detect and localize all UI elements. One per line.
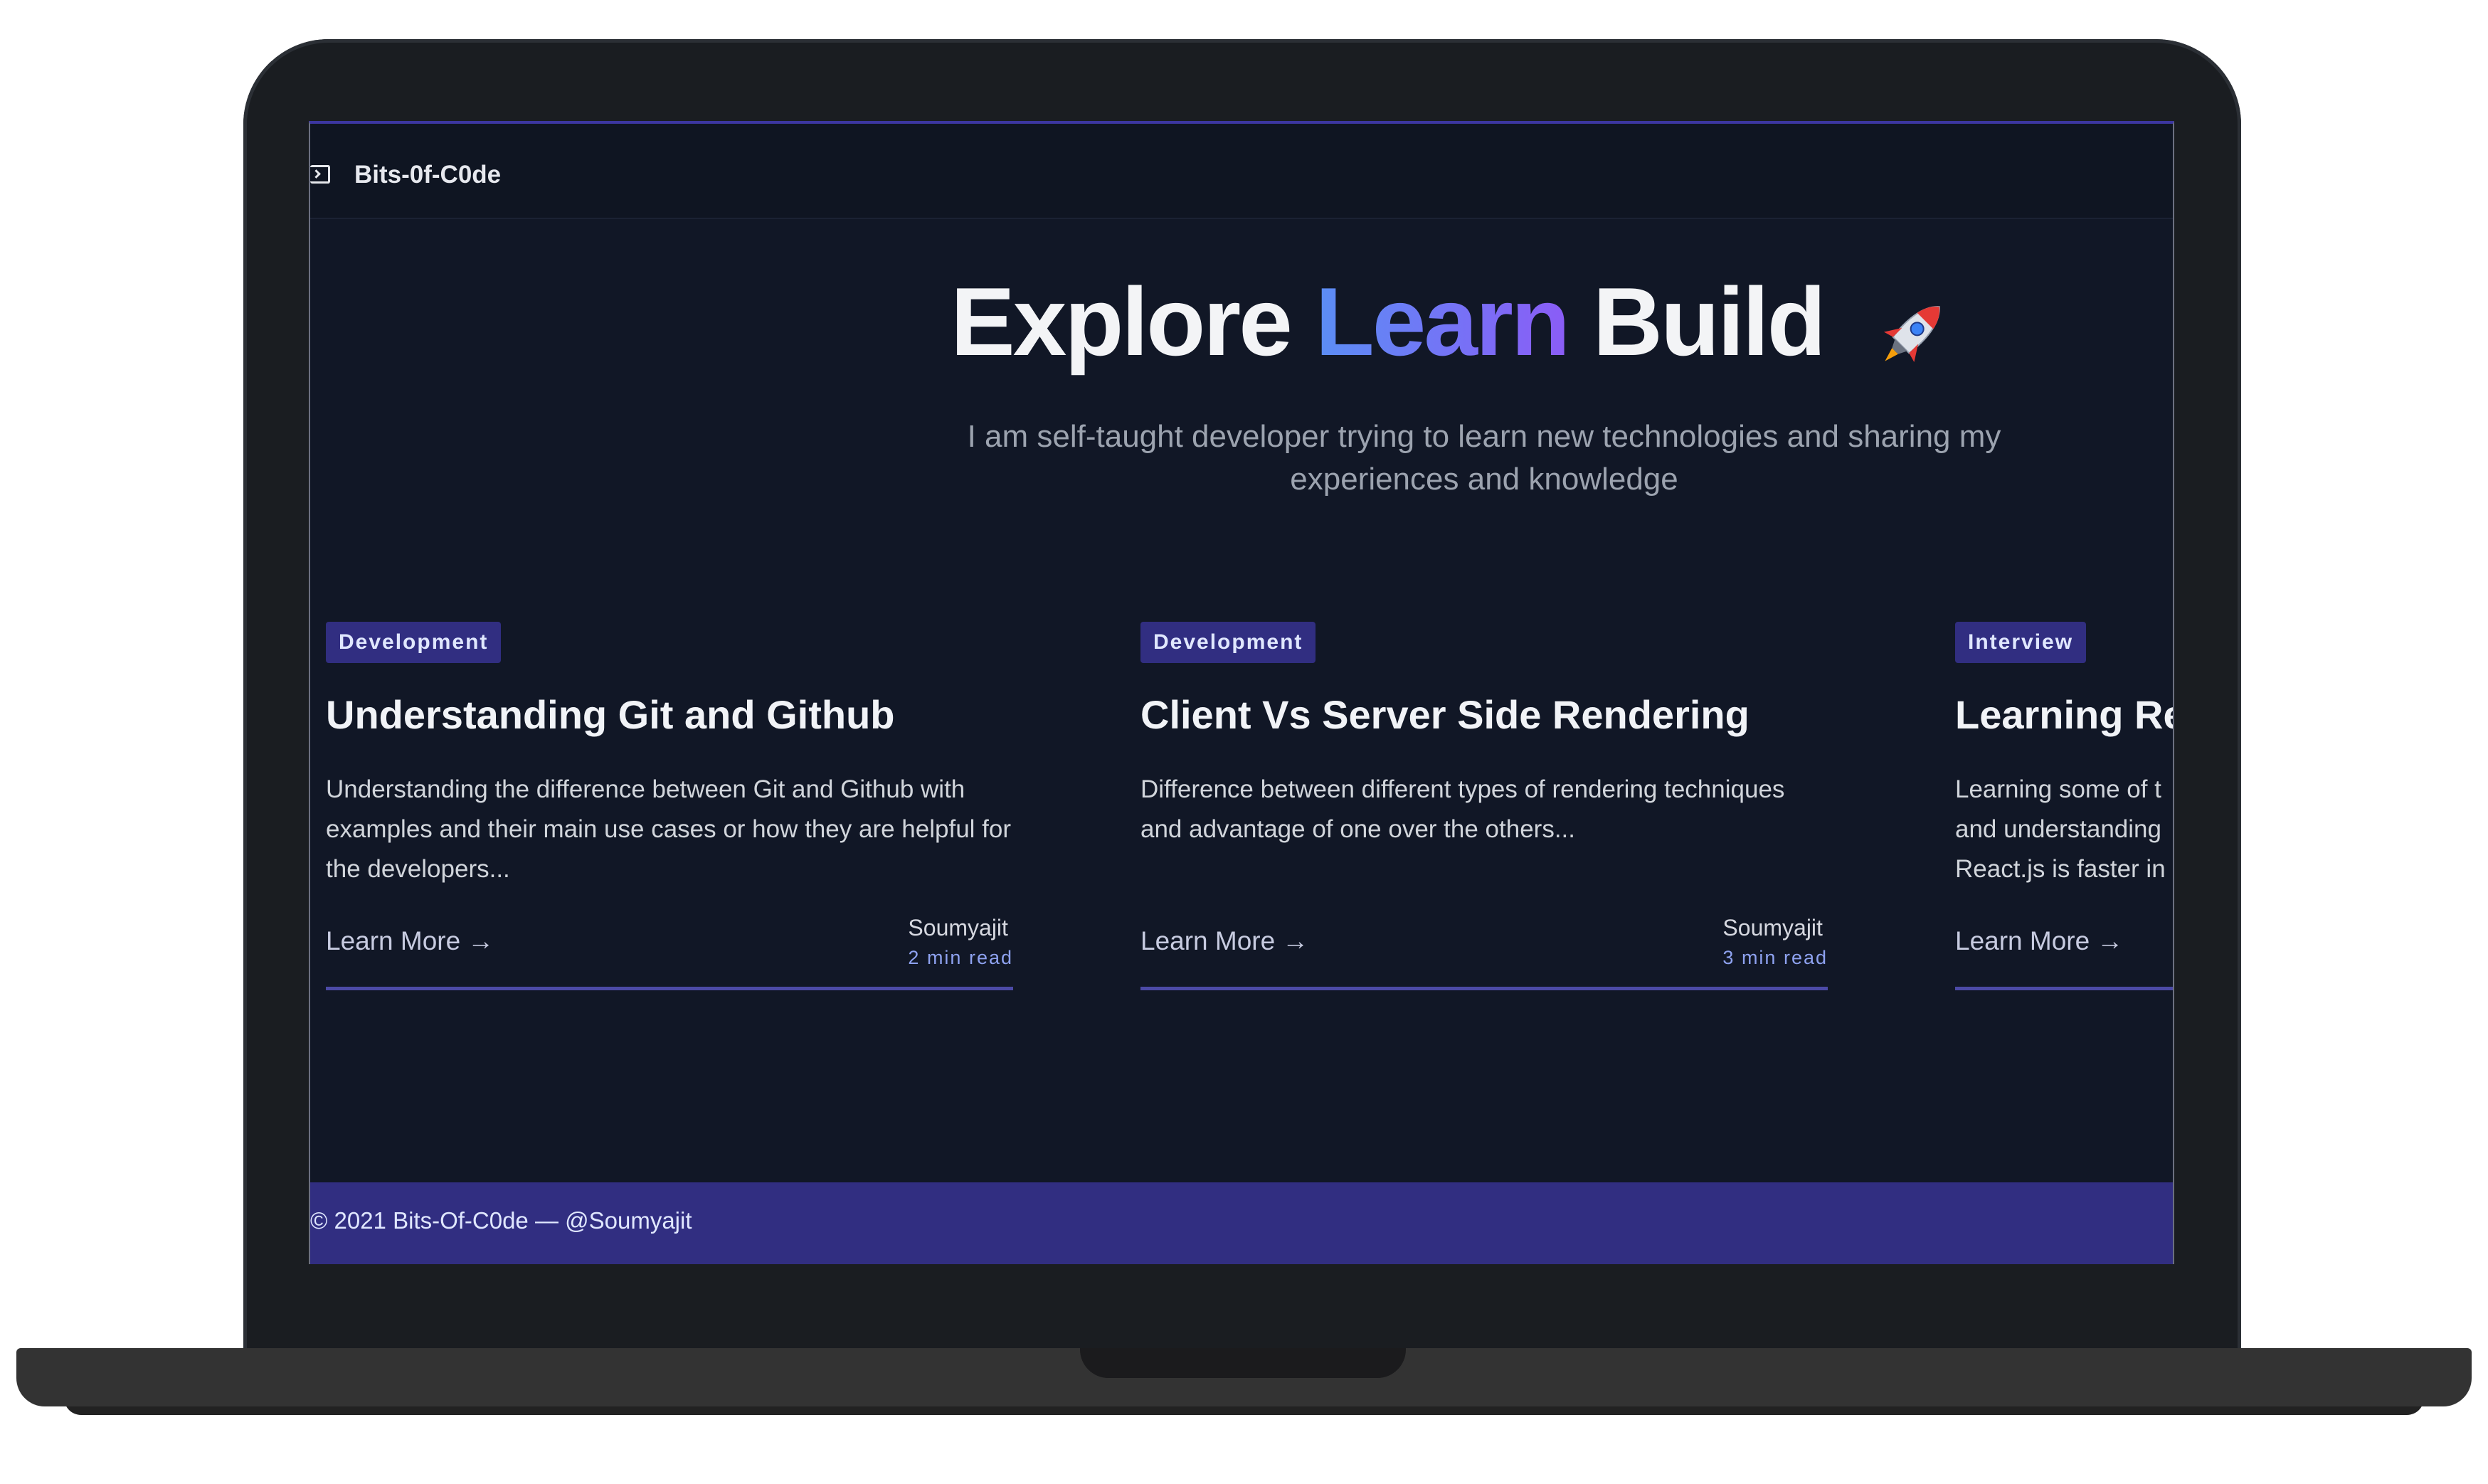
- author-name: Soumyajit: [908, 915, 1008, 940]
- author-name: Soumyajit: [1722, 915, 1823, 940]
- read-time: 3 min read: [1722, 947, 1828, 968]
- learn-more-link[interactable]: Learn More →: [1140, 926, 1308, 956]
- card-meta: Soumyajit 3 min read: [1722, 915, 1828, 969]
- learn-more-label: Learn More: [1955, 926, 2090, 955]
- hero-title: Explore Learn Build: [310, 266, 2173, 377]
- hero-title-build: Build: [1592, 267, 1826, 376]
- card-description: Understanding the difference between Git…: [326, 775, 1012, 883]
- blog-card[interactable]: Development Client Vs Server Side Render…: [1140, 622, 1828, 1120]
- read-time: 2 min read: [908, 947, 1013, 968]
- arrow-right-icon: →: [467, 926, 494, 955]
- category-tag[interactable]: Development: [1140, 622, 1316, 663]
- card-meta: Soumyajit 2 min read: [908, 915, 1013, 969]
- blog-card[interactable]: Interview Learning Re Learning some of t…: [1955, 622, 2173, 1120]
- card-description: Difference between different types of re…: [1140, 775, 1785, 843]
- card-divider: [1955, 987, 2173, 990]
- footer: © 2021 Bits-Of-C0de — @Soumyajit: [310, 1182, 2173, 1264]
- card-divider: [326, 987, 1013, 990]
- brand-name[interactable]: Bits-0f-C0de: [354, 161, 501, 189]
- learn-more-link[interactable]: Learn More →: [1955, 926, 2123, 956]
- card-title[interactable]: Learning Re: [1955, 691, 2173, 738]
- blog-card[interactable]: Development Understanding Git and Github…: [326, 622, 1013, 1120]
- card-title[interactable]: Client Vs Server Side Rendering: [1140, 691, 1749, 738]
- learn-more-link[interactable]: Learn More →: [326, 926, 494, 956]
- card-divider: [1140, 987, 1828, 990]
- hero-title-learn: Learn: [1315, 267, 1570, 376]
- footer-copyright: © 2021 Bits-Of-C0de — @Soumyajit: [310, 1207, 692, 1234]
- laptop-notch: [1080, 1348, 1406, 1378]
- browser-screen: Bits-0f-C0de Explore Learn Build I am se…: [309, 121, 2174, 1264]
- navbar: Bits-0f-C0de: [310, 124, 2173, 219]
- hero-subtitle: I am self-taught developer trying to lea…: [967, 419, 2001, 497]
- rocket-icon: [1870, 287, 1956, 372]
- terminal-icon[interactable]: [310, 165, 330, 184]
- category-tag[interactable]: Development: [326, 622, 502, 663]
- card-title[interactable]: Understanding Git and Github: [326, 691, 895, 738]
- hero-title-explore: Explore: [951, 267, 1293, 376]
- arrow-right-icon: →: [1282, 926, 1309, 955]
- arrow-right-icon: →: [2097, 926, 2124, 955]
- learn-more-label: Learn More: [326, 926, 461, 955]
- learn-more-label: Learn More: [1140, 926, 1276, 955]
- card-description: Learning some of t and understanding Rea…: [1955, 775, 2166, 883]
- category-tag[interactable]: Interview: [1955, 622, 2087, 663]
